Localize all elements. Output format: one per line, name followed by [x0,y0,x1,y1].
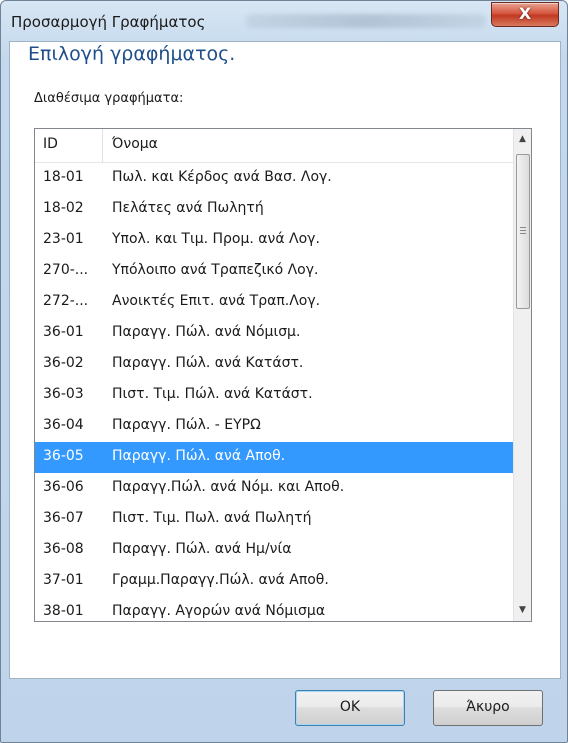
list-item[interactable]: 38-01 Παραγγ. Αγορών ανά Νόμισμα [35,597,513,621]
list-item-id: 36-04 [43,417,84,433]
list-item-name: Ανοικτές Επιτ. ανά Τραπ.Λογ. [112,293,321,309]
cancel-button-label: Άκυρο [466,699,510,715]
list-item-id: 37-01 [43,572,84,588]
list-item-id: 18-02 [43,200,84,216]
list-item[interactable]: 272-... Ανοικτές Επιτ. ανά Τραπ.Λογ. [35,287,513,318]
list-item-id: 272-... [43,293,89,309]
list-item-name: Παραγγ.Πώλ. ανά Νόμ. και Αποθ. [112,479,345,495]
ok-button-label: OK [339,699,361,715]
list-item-name: Πελάτες ανά Πωλητή [112,200,264,216]
list-item-id: 36-05 [43,448,84,464]
scrollbar-thumb[interactable] [516,154,530,309]
list-item-name: Παραγγ. Πώλ. ανά Κατάστ. [112,355,304,371]
list-item[interactable]: 36-07 Πιστ. Τιμ. Πωλ. ανά Πωλητή [35,504,513,535]
list-item-id: 23-01 [43,231,84,247]
list-rows: 18-01 Πωλ. και Κέρδος ανά Βασ. Λογ. 18-02 Π… [35,163,513,621]
list-item-id: 18-01 [43,169,84,185]
list-item[interactable]: 270-... Υπόλοιπο ανά Τραπεζικό Λογ. [35,256,513,287]
list-item-name: Πιστ. Τιμ. Πώλ. ανά Κατάστ. [112,386,313,402]
list-item-id: 270-... [43,262,89,278]
dialog-heading: Επιλογή γραφήματος. [28,43,236,65]
list-item-name: Γραμμ.Παραγγ.Πώλ. ανά Αποθ. [112,572,329,588]
list-item[interactable]: 36-02 Παραγγ. Πώλ. ανά Κατάστ. [35,349,513,380]
list-label: Διαθέσιμα γραφήματα: [34,91,184,106]
column-header-id[interactable]: ID [43,136,58,152]
ok-button[interactable]: OK [295,690,405,726]
cancel-button[interactable]: Άκυρο [433,690,543,726]
list-item-name: Παραγγ. Πώλ. ανά Νόμισμ. [112,324,301,340]
close-button[interactable]: X [491,2,559,27]
list-item-id: 36-01 [43,324,84,340]
list-item-id: 36-08 [43,541,84,557]
list-item-id: 38-01 [43,603,84,619]
list-item-id: 36-07 [43,510,84,526]
list-item-name: Παραγγ. Πώλ. ανά Αποθ. [112,448,286,464]
column-separator[interactable] [102,129,103,162]
list-item[interactable]: 36-06 Παραγγ.Πώλ. ανά Νόμ. και Αποθ. [35,473,513,504]
list-item-id: 36-06 [43,479,84,495]
scrollbar-grip-icon [520,227,526,236]
title-bar[interactable]: Προσαρμογή Γραφήματος X [1,1,567,31]
blurred-background-text [246,14,486,28]
list-item[interactable]: 18-02 Πελάτες ανά Πωλητή [35,194,513,225]
list-item-name: Πιστ. Τιμ. Πωλ. ανά Πωλητή [112,510,312,526]
column-header-name[interactable]: Όνομα [112,136,158,152]
charts-listview[interactable]: ID Όνομα 18-01 Πωλ. και Κέρδος ανά Βασ. Λ… [34,128,532,622]
list-item-id: 36-03 [43,386,84,402]
list-item-name: Παραγγ. Αγορών ανά Νόμισμα [112,603,326,619]
scroll-up-arrow-icon[interactable]: ▲ [514,131,531,148]
list-item[interactable]: 36-04 Παραγγ. Πώλ. - ΕΥΡΩ [35,411,513,442]
list-item-name: Παραγγ. Πώλ. - ΕΥΡΩ [112,417,261,433]
dialog-window: Προσαρμογή Γραφήματος X Επιλογή γραφήματ… [0,0,568,743]
list-item[interactable]: 36-08 Παραγγ. Πώλ. ανά Ημ/νία [35,535,513,566]
list-header: ID Όνομα [35,129,513,163]
close-icon: X [518,4,532,23]
list-item[interactable]: 36-01 Παραγγ. Πώλ. ανά Νόμισμ. [35,318,513,349]
list-item-id: 36-02 [43,355,84,371]
scroll-down-arrow-icon[interactable]: ▼ [514,602,531,619]
list-item[interactable]: 36-05 Παραγγ. Πώλ. ανά Αποθ. [35,442,513,473]
list-item[interactable]: 23-01 Υπολ. και Τιμ. Προμ. ανά Λογ. [35,225,513,256]
list-item-name: Πωλ. και Κέρδος ανά Βασ. Λογ. [112,169,332,185]
list-item[interactable]: 37-01 Γραμμ.Παραγγ.Πώλ. ανά Αποθ. [35,566,513,597]
window-title: Προσαρμογή Γραφήματος [11,13,206,31]
list-item-name: Υπόλοιπο ανά Τραπεζικό Λογ. [112,262,319,278]
list-item-name: Παραγγ. Πώλ. ανά Ημ/νία [112,541,292,557]
list-item[interactable]: 36-03 Πιστ. Τιμ. Πώλ. ανά Κατάστ. [35,380,513,411]
list-item[interactable]: 18-01 Πωλ. και Κέρδος ανά Βασ. Λογ. [35,163,513,194]
list-item-name: Υπολ. και Τιμ. Προμ. ανά Λογ. [112,231,320,247]
vertical-scrollbar[interactable]: ▲ ▼ [513,129,531,621]
